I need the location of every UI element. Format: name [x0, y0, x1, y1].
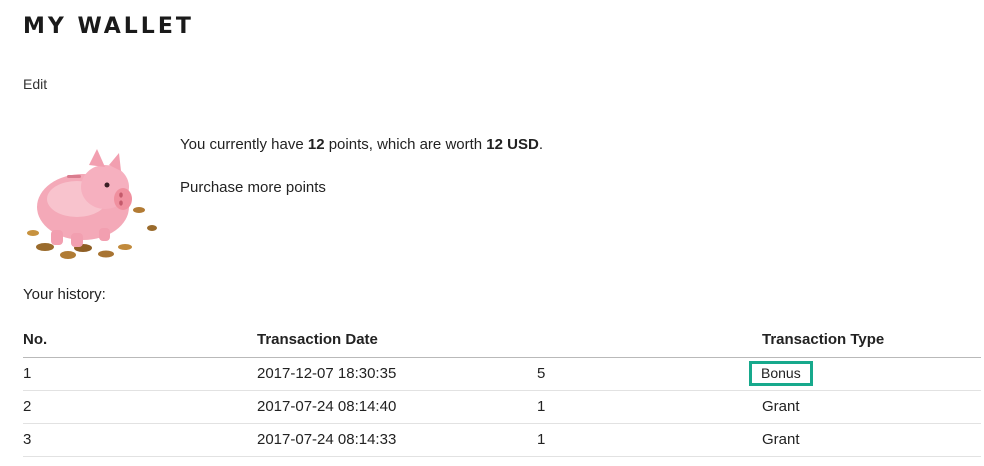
purchase-more-points-link[interactable]: Purchase more points — [180, 179, 326, 196]
edit-link[interactable]: Edit — [23, 76, 47, 92]
balance-suffix: . — [538, 136, 543, 153]
table-header-row: No. Transaction Date Transaction Type — [23, 323, 981, 358]
table-row: 3 2017-07-24 08:14:33 1 Grant — [23, 423, 981, 457]
column-header-date: Transaction Date — [257, 323, 537, 358]
cell-type: Grant — [762, 390, 981, 424]
points-value: 12 — [307, 136, 325, 153]
cell-amount: 5 — [537, 357, 762, 391]
piggy-bank-icon — [23, 135, 159, 263]
cell-amount: 1 — [537, 423, 762, 457]
balance-text: You currently have 12 points, which are … — [180, 136, 543, 153]
balance-middle: points, which are worth — [324, 136, 487, 153]
cell-no: 1 — [23, 357, 257, 391]
balance-prefix: You currently have — [180, 136, 308, 153]
cell-date: 2017-07-24 08:14:33 — [257, 423, 537, 457]
worth-value: 12 USD — [486, 136, 539, 153]
table-row: 1 2017-12-07 18:30:35 5 Bonus — [23, 357, 981, 391]
cell-date: 2017-12-07 18:30:35 — [257, 357, 537, 391]
cell-type: Bonus — [749, 357, 981, 391]
cell-no: 2 — [23, 390, 257, 424]
column-header-no: No. — [23, 323, 257, 358]
cell-date: 2017-07-24 08:14:40 — [257, 390, 537, 424]
page-title: MY WALLET — [23, 14, 194, 39]
history-table: No. Transaction Date Transaction Type 1 … — [23, 323, 981, 457]
cell-amount: 1 — [537, 390, 762, 424]
column-header-amount — [537, 323, 762, 358]
history-label: Your history: — [23, 286, 106, 303]
table-row: 2 2017-07-24 08:14:40 1 Grant — [23, 390, 981, 424]
column-header-type: Transaction Type — [762, 323, 981, 358]
cell-type: Grant — [762, 423, 981, 457]
cell-no: 3 — [23, 423, 257, 457]
highlighted-type: Bonus — [749, 361, 813, 386]
